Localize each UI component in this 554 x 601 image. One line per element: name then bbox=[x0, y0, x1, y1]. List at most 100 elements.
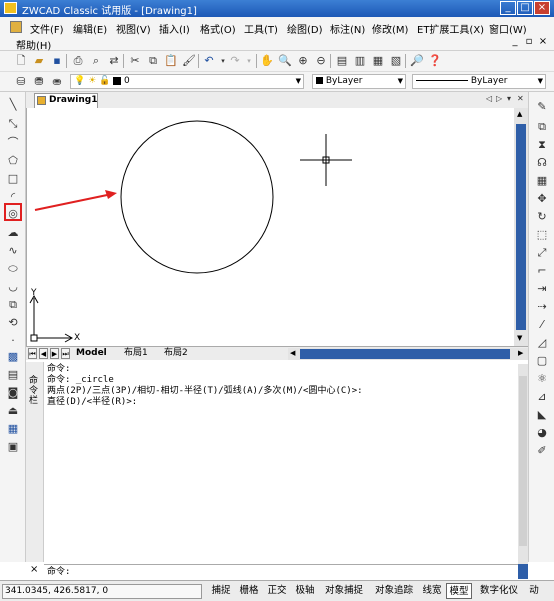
break-icon[interactable]: ⇢ bbox=[535, 300, 549, 314]
hatch-icon[interactable]: ▩ bbox=[6, 350, 20, 364]
calculator-icon[interactable]: ▧ bbox=[389, 54, 403, 68]
layer-manager-icon[interactable]: ⛁ bbox=[14, 75, 28, 89]
tab-scroll-right-icon[interactable]: ▷ bbox=[496, 94, 502, 103]
menu-modify[interactable]: 修改(M) bbox=[372, 21, 408, 36]
arc-icon[interactable]: ◜ bbox=[6, 190, 20, 204]
array-icon[interactable]: ▦ bbox=[535, 174, 549, 188]
pan-icon[interactable]: ✋ bbox=[260, 54, 274, 68]
command-window-close-icon[interactable]: × bbox=[30, 564, 38, 575]
menu-edit[interactable]: 编辑(E) bbox=[73, 21, 107, 36]
tab-list-icon[interactable]: ▾ bbox=[507, 94, 511, 103]
redo-icon[interactable]: ↷ bbox=[228, 54, 242, 68]
edit-text-icon[interactable]: ✐ bbox=[535, 444, 549, 458]
new-file-icon[interactable]: 🗋 bbox=[14, 54, 28, 68]
minimize-button[interactable]: _ bbox=[500, 1, 516, 15]
menu-dimension[interactable]: 标注(N) bbox=[330, 21, 365, 36]
polygon-icon[interactable]: ⬠ bbox=[6, 154, 20, 168]
doc-close-button[interactable]: × bbox=[537, 36, 549, 47]
next-layout-icon[interactable]: ▶ bbox=[50, 348, 59, 359]
maximize-button[interactable]: □ bbox=[517, 1, 533, 15]
scroll-left-icon[interactable]: ◀ bbox=[290, 349, 295, 357]
scroll-up-icon[interactable]: ▲ bbox=[517, 110, 522, 118]
status-tablet-button[interactable]: 数字化仪 bbox=[474, 583, 524, 599]
horizontal-scroll-thumb[interactable] bbox=[300, 349, 510, 359]
help-icon[interactable]: ❓ bbox=[428, 54, 442, 68]
ellipse-arc-icon[interactable]: ◡ bbox=[6, 280, 20, 294]
zoom-previous-icon[interactable]: ⊖ bbox=[314, 54, 328, 68]
open-file-icon[interactable]: ▰ bbox=[32, 54, 46, 68]
fillet-icon[interactable]: ▢ bbox=[535, 354, 549, 368]
status-osnap-button[interactable]: 对象捕捉 bbox=[320, 583, 368, 599]
scale-icon[interactable]: ⬚ bbox=[535, 228, 549, 242]
chamfer-icon[interactable]: ◿ bbox=[535, 336, 549, 350]
gradient-icon[interactable]: ◙ bbox=[6, 386, 20, 400]
vertical-scrollbar[interactable]: ▲ ▼ bbox=[514, 108, 528, 346]
region-icon[interactable]: ▤ bbox=[6, 368, 20, 382]
drawing-canvas[interactable]: Y X bbox=[26, 108, 514, 346]
layer-previous-icon[interactable]: ⛂ bbox=[50, 75, 64, 89]
ellipse-icon[interactable]: ⬭ bbox=[6, 262, 20, 276]
explode-icon[interactable]: ⚛ bbox=[535, 372, 549, 386]
revision-cloud-icon[interactable]: ☁ bbox=[6, 226, 20, 240]
tab-drawing1[interactable]: Drawing1 bbox=[34, 93, 98, 108]
match-properties-icon[interactable]: 🖌 bbox=[182, 54, 196, 68]
doc-restore-button[interactable]: ▫ bbox=[523, 36, 535, 47]
make-block-icon[interactable]: ⟲ bbox=[6, 316, 20, 330]
paste-icon[interactable]: 📋 bbox=[164, 54, 178, 68]
mtext-icon[interactable]: ▣ bbox=[6, 440, 20, 454]
command-window-grip[interactable]: 命令栏 × bbox=[26, 362, 44, 575]
rotate-icon[interactable]: ↻ bbox=[535, 210, 549, 224]
menu-draw[interactable]: 绘图(D) bbox=[287, 21, 323, 36]
command-input[interactable]: 命令: bbox=[44, 564, 518, 579]
close-button[interactable]: × bbox=[534, 1, 550, 15]
linetype-dropdown[interactable]: ByLayer ▼ bbox=[412, 74, 546, 89]
last-layout-icon[interactable]: ⏭ bbox=[61, 348, 70, 359]
first-layout-icon[interactable]: ⏮ bbox=[28, 348, 37, 359]
properties-icon[interactable]: ▤ bbox=[335, 54, 349, 68]
polyline-icon[interactable]: ⌒ bbox=[6, 136, 20, 150]
tab-layout1[interactable]: 布局1 bbox=[124, 347, 148, 360]
command-scroll-thumb[interactable] bbox=[519, 376, 527, 546]
vertical-scroll-thumb[interactable] bbox=[516, 124, 526, 330]
copy-icon[interactable]: ⧉ bbox=[146, 54, 160, 68]
join-icon[interactable]: ⁄ bbox=[535, 318, 549, 332]
edit-hatch-icon[interactable]: ◕ bbox=[535, 426, 549, 440]
line-icon[interactable]: ╲ bbox=[6, 98, 20, 112]
erase-icon[interactable]: ✎ bbox=[535, 100, 549, 114]
status-ortho-button[interactable]: 正交 bbox=[264, 583, 290, 599]
align-icon[interactable]: ⊿ bbox=[535, 390, 549, 404]
menu-insert[interactable]: 插入(I) bbox=[159, 21, 190, 36]
status-model-button[interactable]: 模型 bbox=[446, 583, 472, 599]
lengthen-icon[interactable]: ◣ bbox=[535, 408, 549, 422]
status-polar-button[interactable]: 极轴 bbox=[292, 583, 318, 599]
trim-icon[interactable]: ⌐ bbox=[535, 264, 549, 278]
doc-minimize-button[interactable]: _ bbox=[509, 36, 521, 47]
print-preview-icon[interactable]: ⌕ bbox=[89, 54, 103, 68]
save-icon[interactable]: ▪ bbox=[50, 54, 64, 68]
move-icon[interactable]: ✥ bbox=[535, 192, 549, 206]
status-grid-button[interactable]: 栅格 bbox=[236, 583, 262, 599]
menu-view[interactable]: 视图(V) bbox=[116, 21, 151, 36]
command-scrollbar[interactable] bbox=[518, 364, 528, 564]
circle-entity[interactable] bbox=[120, 120, 274, 274]
color-dropdown[interactable]: ByLayer ▼ bbox=[312, 74, 406, 89]
scroll-down-icon[interactable]: ▼ bbox=[517, 334, 522, 342]
construction-line-icon[interactable]: ⤡ bbox=[6, 117, 20, 131]
scroll-right-icon[interactable]: ▶ bbox=[518, 349, 523, 357]
offset-icon[interactable]: ☊ bbox=[535, 156, 549, 170]
menu-format[interactable]: 格式(O) bbox=[200, 21, 236, 36]
table-icon[interactable]: ▦ bbox=[6, 422, 20, 436]
prev-layout-icon[interactable]: ◀ bbox=[39, 348, 48, 359]
copy-object-icon[interactable]: ⧉ bbox=[535, 120, 549, 134]
rectangle-icon[interactable]: □ bbox=[6, 172, 20, 186]
status-dynamic-button[interactable]: 动 bbox=[526, 583, 542, 599]
menu-help[interactable]: 帮助(H) bbox=[16, 37, 51, 52]
print-icon[interactable]: ⎙ bbox=[71, 54, 85, 68]
point-icon[interactable]: · bbox=[6, 334, 20, 348]
insert-block-icon[interactable]: ⧉ bbox=[6, 298, 20, 312]
zoom-realtime-icon[interactable]: 🔍 bbox=[278, 54, 292, 68]
redo-dropdown-icon[interactable]: ▾ bbox=[242, 54, 256, 68]
extend-icon[interactable]: ⇥ bbox=[535, 282, 549, 296]
layer-state-icon[interactable]: ⛃ bbox=[32, 75, 46, 89]
status-snap-button[interactable]: 捕捉 bbox=[208, 583, 234, 599]
